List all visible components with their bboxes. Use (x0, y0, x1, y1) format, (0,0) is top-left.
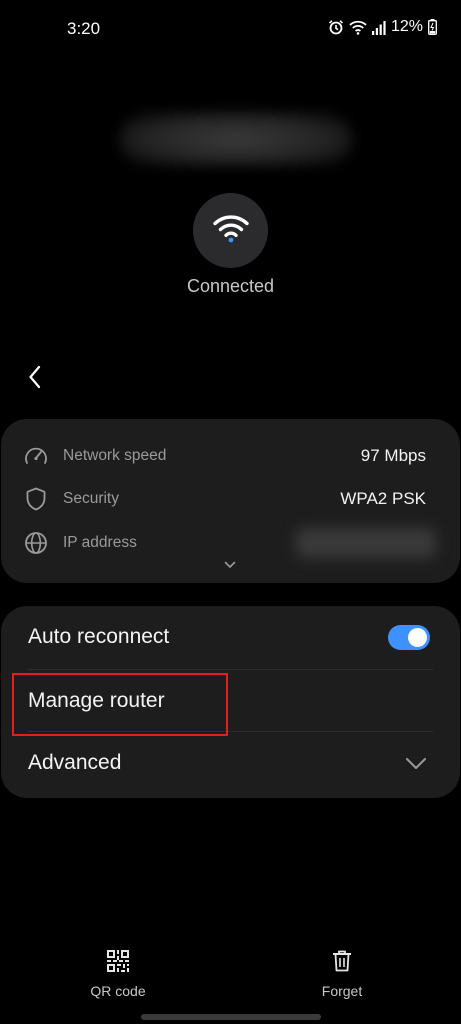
chevron-down-icon (404, 755, 428, 771)
status-time: 3:20 (67, 19, 101, 38)
toggle-knob (408, 627, 427, 647)
alarm-icon (328, 19, 344, 35)
info-label: Network speed (63, 447, 167, 464)
auto-reconnect-row[interactable]: Auto reconnect (1, 606, 460, 668)
highlight-box (12, 673, 228, 736)
advanced-row[interactable]: Advanced (1, 732, 460, 794)
back-button[interactable] (20, 362, 50, 396)
shield-icon (23, 486, 49, 512)
qr-code-icon (107, 950, 129, 977)
battery-percent: 12% (390, 18, 423, 35)
signal-icon (371, 20, 386, 35)
expand-info-button[interactable] (220, 558, 240, 572)
connection-status: Connected (186, 276, 275, 296)
info-value: 97 Mbps (360, 446, 426, 465)
wifi-icon (212, 213, 249, 248)
info-label: Security (63, 490, 119, 507)
info-value: WPA2 PSK (340, 489, 426, 508)
ip-address-redacted (296, 528, 436, 558)
auto-reconnect-label: Auto reconnect (28, 625, 170, 648)
network-status-badge (193, 193, 268, 268)
home-indicator[interactable] (141, 1014, 321, 1020)
status-icons: 12% (328, 18, 437, 36)
qr-code-button[interactable]: QR code (68, 950, 168, 999)
wifi-icon (349, 20, 367, 35)
forget-label: Forget (321, 983, 363, 999)
info-label: IP address (63, 534, 137, 551)
auto-reconnect-toggle[interactable] (388, 624, 430, 650)
chevron-left-icon (28, 365, 42, 394)
forget-button[interactable]: Forget (292, 950, 392, 999)
trash-icon (332, 950, 352, 977)
status-bar: 3:20 12% (0, 0, 461, 58)
advanced-label: Advanced (28, 751, 122, 774)
qr-code-label: QR code (90, 983, 146, 999)
chevron-down-icon (224, 556, 236, 574)
globe-icon (23, 530, 49, 556)
info-row-network-speed: Network speed 97 Mbps (1, 441, 460, 471)
info-row-security: Security WPA2 PSK (1, 484, 460, 514)
info-row-ip-address: IP address (1, 528, 460, 558)
network-name-redacted (120, 112, 352, 166)
speedometer-icon (23, 443, 49, 469)
battery-icon (428, 19, 437, 35)
